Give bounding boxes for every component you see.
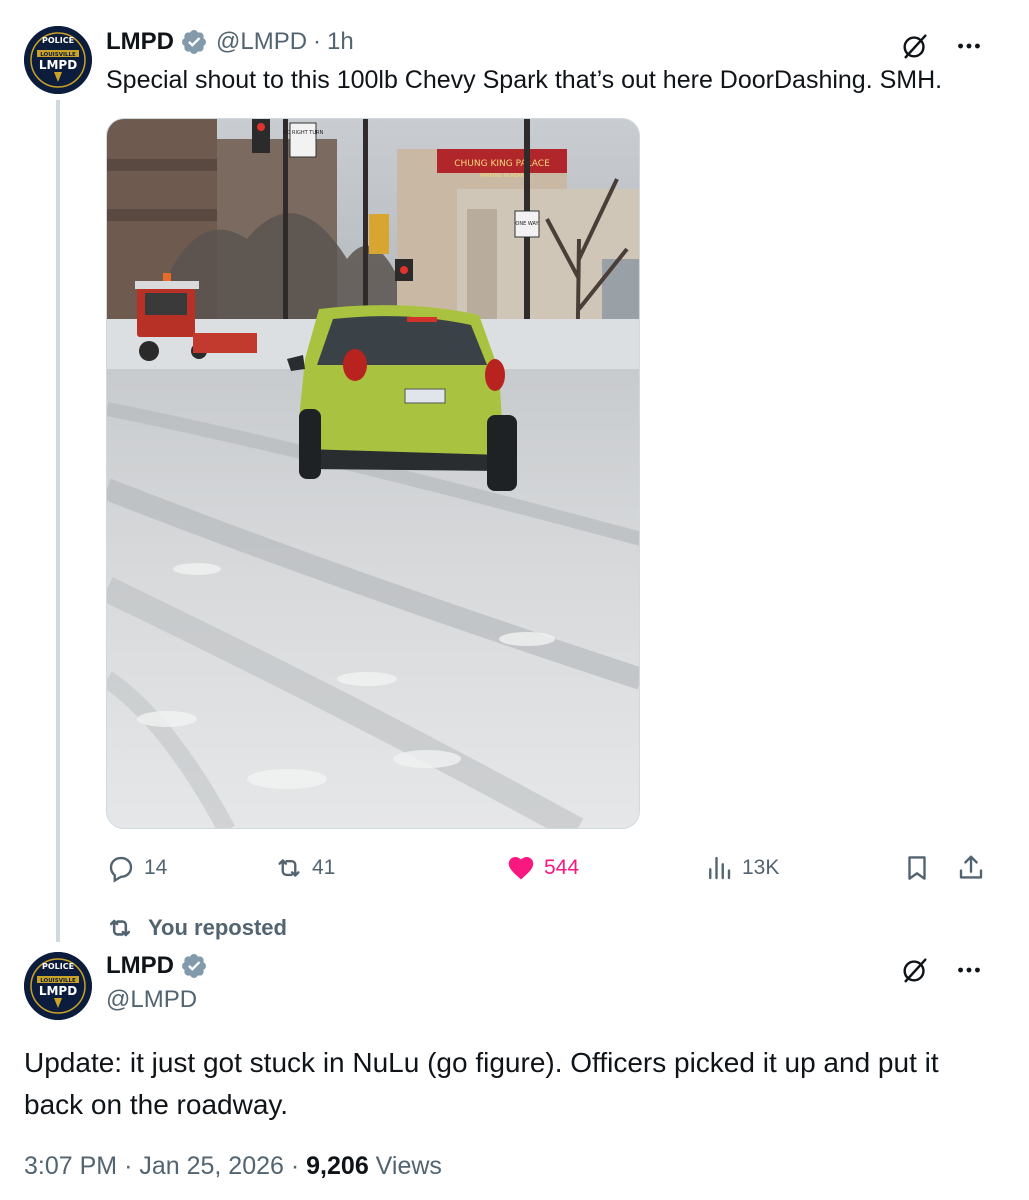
author-name[interactable]: LMPD: [106, 28, 174, 56]
views-count: 9,206: [306, 1152, 369, 1180]
svg-text:PARKING IN REAR: PARKING IN REAR: [480, 173, 524, 179]
views-button[interactable]: 13K: [704, 848, 779, 888]
timestamp[interactable]: 1h: [327, 28, 354, 56]
separator: ·: [313, 28, 322, 55]
avatar[interactable]: POLICE LOUISVILLE LMPD: [24, 952, 92, 1020]
grok-icon[interactable]: [899, 30, 931, 62]
author-name[interactable]: LMPD: [106, 952, 174, 980]
tweet-top-actions: [899, 954, 985, 986]
repost-count: 41: [312, 856, 336, 879]
reply-count: 14: [144, 856, 168, 879]
tweet-photo[interactable]: CHUNG KING PALACE PARKING IN REAR NO RIG…: [106, 118, 640, 829]
bookmark-button[interactable]: [902, 848, 940, 888]
svg-text:ONE WAY: ONE WAY: [515, 221, 539, 227]
repost-indicator-label: You reposted: [148, 915, 287, 940]
separator: ·: [290, 1152, 300, 1180]
tweet-header: LMPD: [106, 952, 208, 980]
lmpd-badge-logo: POLICE LOUISVILLE LMPD: [24, 952, 92, 1020]
tweet-text: Special shout to this 100lb Chevy Spark …: [106, 66, 943, 94]
svg-text:LMPD: LMPD: [39, 58, 77, 72]
svg-text:POLICE: POLICE: [42, 36, 74, 45]
views-label: Views: [375, 1152, 442, 1180]
tweet-text: Update: it just got stuck in NuLu (go fi…: [24, 1047, 939, 1120]
repost-indicator: You reposted: [106, 914, 287, 942]
more-options-icon[interactable]: [953, 30, 985, 62]
post-time[interactable]: 3:07 PM: [24, 1152, 117, 1180]
heart-icon: [508, 857, 534, 880]
bookmark-icon: [908, 856, 926, 880]
share-button[interactable]: [956, 848, 994, 888]
repost-icon: [109, 919, 131, 937]
svg-text:POLICE: POLICE: [42, 962, 74, 971]
reply-button[interactable]: 14: [106, 848, 167, 888]
thread-connector-line: [56, 100, 60, 942]
views-count: 13K: [742, 856, 780, 879]
post-date[interactable]: Jan 25, 2026: [139, 1152, 284, 1180]
tweet-header: LMPD @LMPD · 1h: [106, 28, 354, 56]
author-handle[interactable]: @LMPD: [106, 986, 197, 1014]
author-handle[interactable]: @LMPD: [216, 28, 307, 56]
reply-icon: [109, 856, 133, 883]
tweet-metadata: 3:07 PM · Jan 25, 2026 · 9,206 Views: [24, 1152, 442, 1181]
avatar[interactable]: POLICE LOUISVILLE LMPD: [24, 26, 92, 94]
separator: ·: [124, 1152, 133, 1180]
verified-badge-icon: [180, 28, 208, 56]
share-icon: [959, 855, 983, 879]
repost-button[interactable]: 41: [274, 848, 335, 888]
grok-icon[interactable]: [899, 954, 931, 986]
svg-text:NO RIGHT TURN: NO RIGHT TURN: [283, 130, 324, 136]
more-options-icon[interactable]: [953, 954, 985, 986]
analytics-icon: [709, 856, 731, 880]
repost-icon: [278, 859, 300, 877]
snowy-street-photo: CHUNG KING PALACE PARKING IN REAR NO RIG…: [107, 119, 639, 828]
tweet-top-actions: [899, 30, 985, 62]
like-button[interactable]: 544: [506, 848, 579, 888]
like-count: 544: [544, 856, 580, 879]
lmpd-badge-logo: POLICE LOUISVILLE LMPD: [24, 26, 92, 94]
svg-text:LMPD: LMPD: [39, 984, 77, 998]
tweet-action-bar: 14 41 544 13K: [106, 848, 986, 888]
svg-text:CHUNG KING PALACE: CHUNG KING PALACE: [454, 159, 550, 169]
verified-badge-icon: [180, 952, 208, 980]
